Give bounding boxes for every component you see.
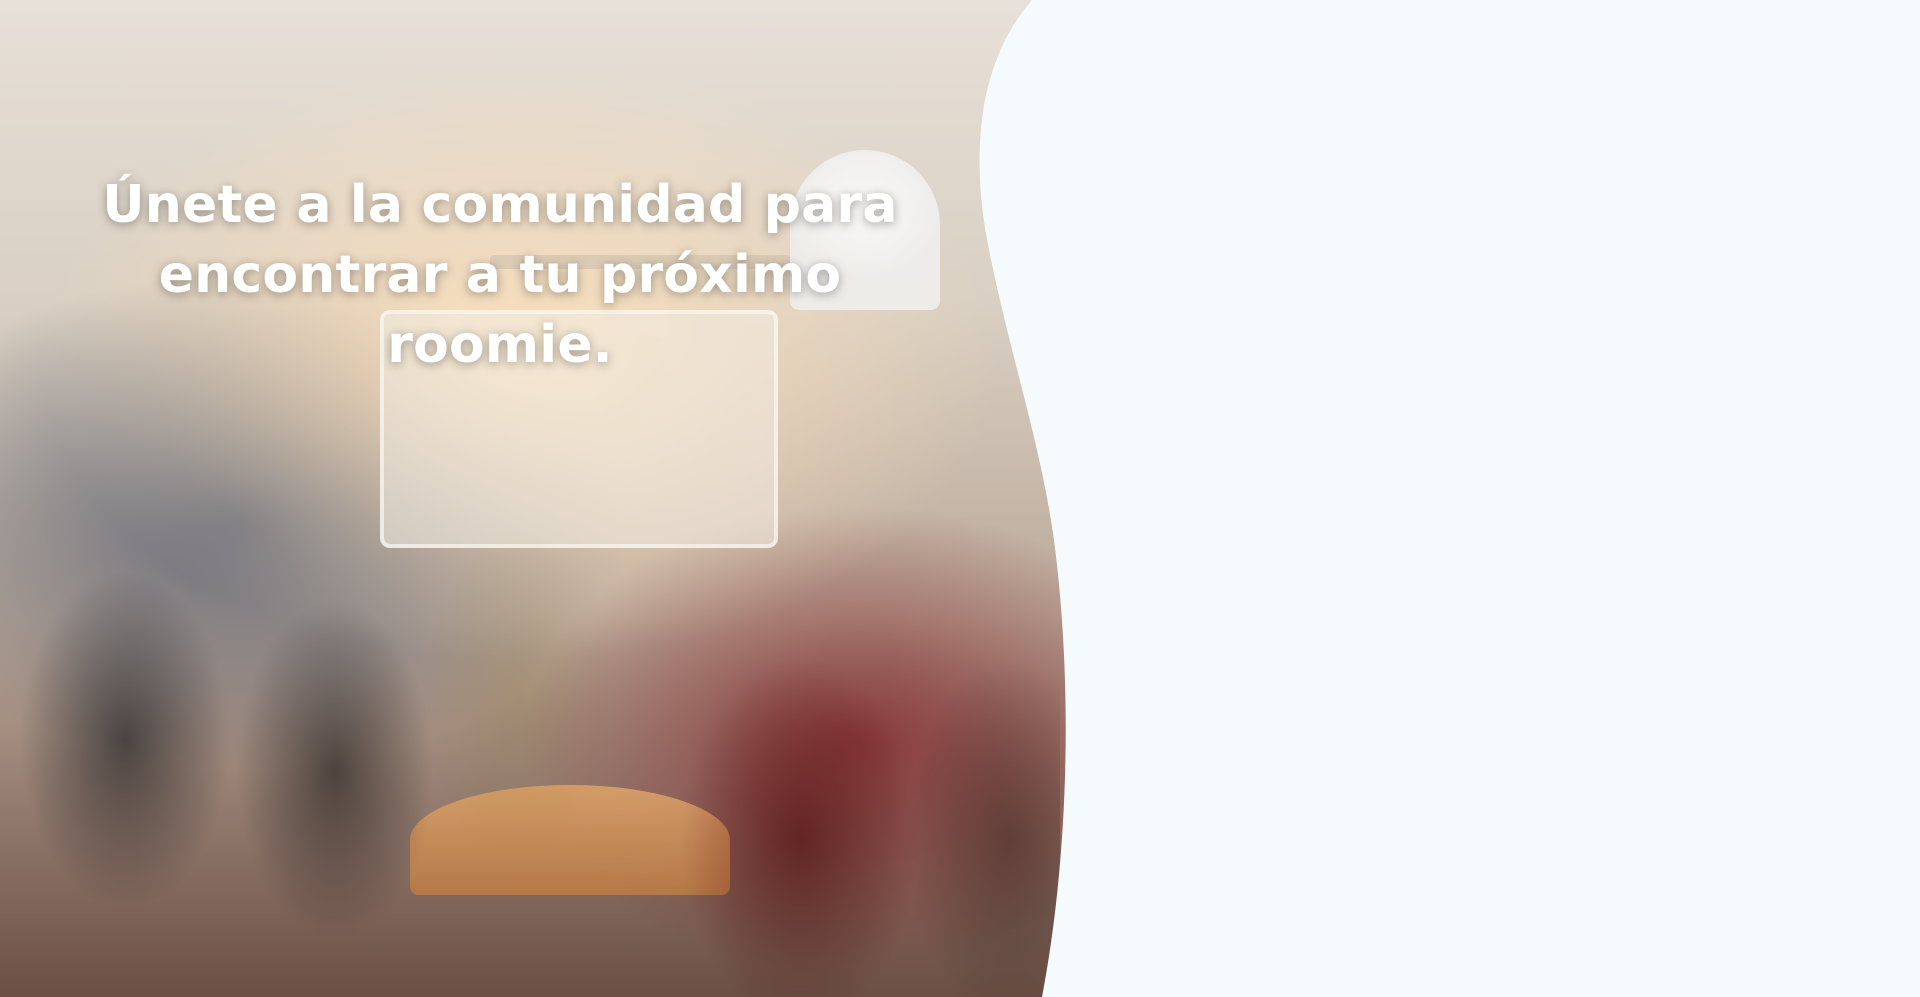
right-panel-wave — [979, 0, 1920, 997]
right-panel-shape — [979, 0, 1920, 997]
page: Únete a la comunidad para encontrar a tu… — [0, 0, 1920, 997]
